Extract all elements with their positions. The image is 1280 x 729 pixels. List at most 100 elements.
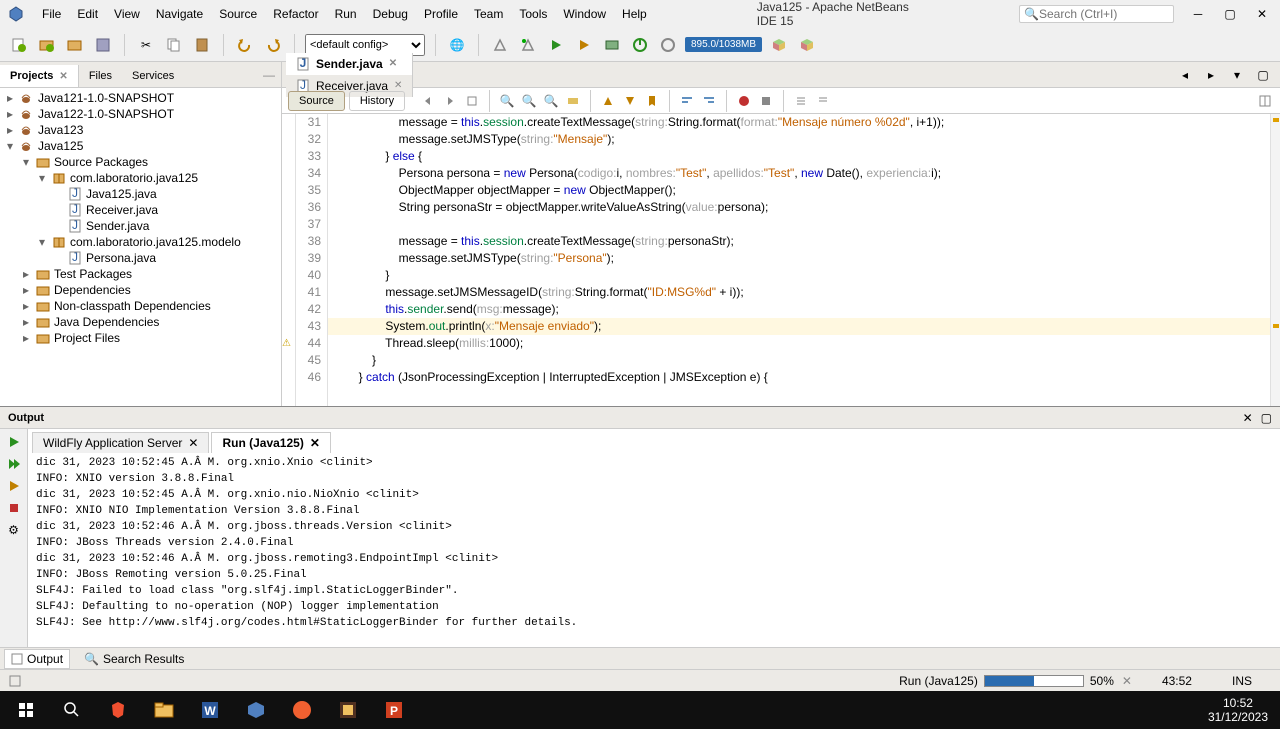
tree-node[interactable]: ▾Source Packages (0, 154, 281, 170)
code-line[interactable]: } (328, 352, 1270, 369)
close-button[interactable]: ✕ (1252, 4, 1272, 24)
project-tree[interactable]: ▸Java121-1.0-SNAPSHOT▸Java122-1.0-SNAPSH… (0, 88, 281, 406)
code-line[interactable]: } (328, 267, 1270, 284)
menu-file[interactable]: File (34, 3, 69, 25)
tab-maximize-icon[interactable]: ▢ (1252, 64, 1274, 86)
tree-toggle-icon[interactable]: ▾ (20, 155, 32, 169)
save-all-icon[interactable] (92, 34, 114, 56)
tab-next-icon[interactable]: ▸ (1200, 64, 1222, 86)
notifications-icon[interactable] (8, 674, 22, 688)
tree-toggle-icon[interactable]: ▸ (20, 267, 32, 281)
macro-rec-icon[interactable] (735, 92, 753, 110)
cut-icon[interactable]: ✂ (135, 34, 157, 56)
start-button[interactable] (4, 691, 48, 729)
copy-icon[interactable] (163, 34, 185, 56)
tree-node[interactable]: ▸Test Packages (0, 266, 281, 282)
rerun-icon[interactable] (5, 433, 23, 451)
find-sel-icon[interactable]: 🔍 (498, 92, 516, 110)
menu-team[interactable]: Team (466, 3, 511, 25)
code-line[interactable]: message.setJMSType(string:"Persona"); (328, 250, 1270, 267)
search-input[interactable] (1039, 7, 1169, 21)
obs-icon[interactable] (326, 691, 370, 729)
status-stop-icon[interactable]: ✕ (1122, 674, 1132, 688)
tree-node[interactable]: ▸Dependencies (0, 282, 281, 298)
split-icon[interactable] (1256, 92, 1274, 110)
menu-help[interactable]: Help (614, 3, 655, 25)
stop-run-icon[interactable] (5, 499, 23, 517)
output-tab[interactable]: Run (Java125)✕ (211, 432, 330, 453)
shift-left-icon[interactable] (678, 92, 696, 110)
open-project-icon[interactable] (64, 34, 86, 56)
code-line[interactable]: String personaStr = objectMapper.writeVa… (328, 199, 1270, 216)
menu-window[interactable]: Window (555, 3, 614, 25)
tree-node[interactable]: ▾com.laboratorio.java125.modelo (0, 234, 281, 250)
run-icon[interactable] (545, 34, 567, 56)
status-progress[interactable] (984, 675, 1084, 687)
find-next-icon[interactable]: 🔍 (542, 92, 560, 110)
tree-node[interactable]: JPersona.java (0, 250, 281, 266)
powerpoint-icon[interactable]: P (372, 691, 416, 729)
tree-node[interactable]: ▸Java Dependencies (0, 314, 281, 330)
tree-toggle-icon[interactable]: ▸ (4, 107, 16, 121)
output-maximize-icon[interactable]: ▢ (1261, 411, 1272, 425)
rerun-all-icon[interactable] (5, 455, 23, 473)
uncomment-icon[interactable] (814, 92, 832, 110)
code-line[interactable]: message = this.session.createTextMessage… (328, 114, 1270, 131)
menu-navigate[interactable]: Navigate (148, 3, 211, 25)
toggle-highlight-icon[interactable] (564, 92, 582, 110)
menu-run[interactable]: Run (327, 3, 365, 25)
tree-node[interactable]: JJava125.java (0, 186, 281, 202)
tree-toggle-icon[interactable]: ▸ (20, 299, 32, 313)
close-icon[interactable]: ✕ (59, 71, 67, 82)
code-line[interactable]: Thread.sleep(millis:1000); (328, 335, 1270, 352)
tree-node[interactable]: ▸Java122-1.0-SNAPSHOT (0, 106, 281, 122)
sidebar-minimize-icon[interactable]: — (263, 68, 275, 82)
memory-badge[interactable]: 895.0/1038MB (685, 37, 762, 52)
new-project-icon[interactable] (36, 34, 58, 56)
comment-icon[interactable] (792, 92, 810, 110)
tree-toggle-icon[interactable]: ▾ (36, 235, 48, 249)
profile-icon[interactable] (629, 34, 651, 56)
new-file-icon[interactable] (8, 34, 30, 56)
tree-node[interactable]: ▾Java125 (0, 138, 281, 154)
profile-attach-icon[interactable] (657, 34, 679, 56)
code-line[interactable]: System.out.println(x:"Mensaje enviado"); (328, 318, 1270, 335)
tree-toggle-icon[interactable]: ▸ (4, 91, 16, 105)
postman-icon[interactable] (280, 691, 324, 729)
next-bookmark-icon[interactable] (621, 92, 639, 110)
sidebar-tab-projects[interactable]: Projects✕ (0, 65, 79, 87)
menu-profile[interactable]: Profile (416, 3, 466, 25)
code-line[interactable]: ObjectMapper objectMapper = new ObjectMa… (328, 182, 1270, 199)
brave-icon[interactable] (96, 691, 140, 729)
debug-rerun-icon[interactable] (5, 477, 23, 495)
nb-cube1-icon[interactable] (768, 34, 790, 56)
nav-fwd-icon[interactable] (441, 92, 459, 110)
prev-bookmark-icon[interactable] (599, 92, 617, 110)
bottom-tab-search[interactable]: 🔍 Search Results (78, 650, 190, 668)
word-icon[interactable]: W (188, 691, 232, 729)
search-taskbar-icon[interactable] (50, 691, 94, 729)
code-line[interactable]: } catch (JsonProcessingException | Inter… (328, 369, 1270, 386)
nav-last-edit-icon[interactable] (463, 92, 481, 110)
nb-cube2-icon[interactable] (796, 34, 818, 56)
menu-source[interactable]: Source (211, 3, 265, 25)
output-close-icon[interactable]: ✕ (1243, 411, 1253, 425)
code-line[interactable]: message.setJMSType(string:"Mensaje"); (328, 131, 1270, 148)
menu-refactor[interactable]: Refactor (265, 3, 326, 25)
tree-toggle-icon[interactable]: ▾ (4, 139, 16, 153)
tree-toggle-icon[interactable]: ▸ (4, 123, 16, 137)
tree-node[interactable]: ▾com.laboratorio.java125 (0, 170, 281, 186)
debug-icon[interactable] (573, 34, 595, 56)
search-box[interactable]: 🔍 (1019, 5, 1174, 23)
find-prev-icon[interactable]: 🔍 (520, 92, 538, 110)
tree-toggle-icon[interactable]: ▸ (20, 315, 32, 329)
paste-icon[interactable] (191, 34, 213, 56)
minimize-button[interactable]: ─ (1188, 4, 1208, 24)
code-line[interactable]: Persona persona = new Persona(codigo:i, … (328, 165, 1270, 182)
tree-node[interactable]: JSender.java (0, 218, 281, 234)
error-stripe[interactable] (1270, 114, 1280, 406)
code-editor[interactable]: 31323334353637383940414243444546 message… (282, 114, 1280, 406)
tree-node[interactable]: JReceiver.java (0, 202, 281, 218)
close-icon[interactable]: ✕ (389, 58, 397, 69)
status-insert-mode[interactable]: INS (1232, 674, 1252, 688)
